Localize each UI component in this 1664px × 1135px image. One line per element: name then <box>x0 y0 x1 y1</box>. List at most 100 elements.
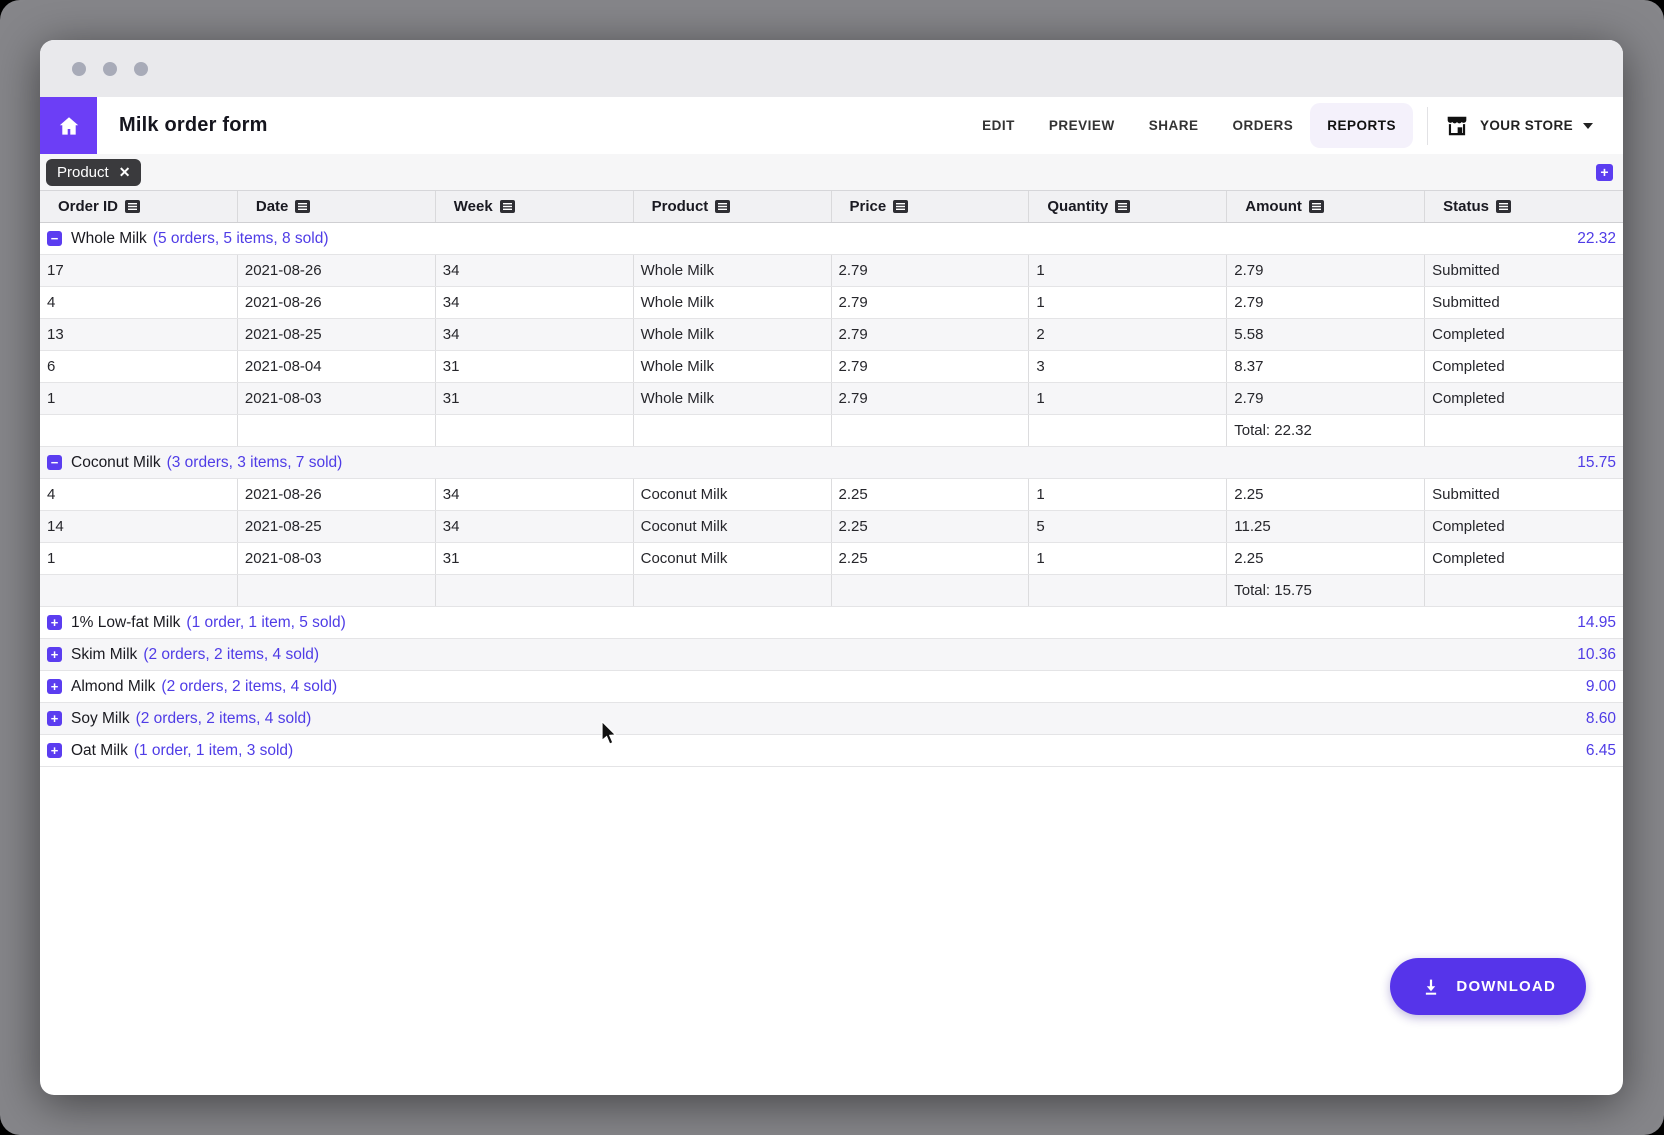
table-cell: Coconut Milk <box>634 511 832 542</box>
group-row-whole-milk[interactable]: −Whole Milk(5 orders, 5 items, 8 sold)22… <box>40 223 1623 255</box>
table-cell: Coconut Milk <box>634 543 832 574</box>
table-cell: Completed <box>1425 543 1623 574</box>
home-button[interactable] <box>40 97 97 154</box>
store-menu-button[interactable]: YOUR STORE <box>1442 107 1595 145</box>
collapse-icon[interactable]: − <box>47 231 62 246</box>
expand-icon[interactable]: + <box>47 679 62 694</box>
column-header-price[interactable]: Price <box>832 191 1030 222</box>
table-cell: 34 <box>436 319 634 350</box>
table-cell <box>1029 415 1227 446</box>
table-cell: 2 <box>1029 319 1227 350</box>
group-row-almond-milk[interactable]: +Almond Milk(2 orders, 2 items, 4 sold)9… <box>40 671 1623 703</box>
column-header-quantity[interactable]: Quantity <box>1029 191 1227 222</box>
add-group-icon[interactable]: + <box>1596 164 1613 181</box>
table-cell: 2.79 <box>832 287 1030 318</box>
table-cell <box>1425 575 1623 606</box>
group-row-1-low-fat-milk[interactable]: +1% Low-fat Milk(1 order, 1 item, 5 sold… <box>40 607 1623 639</box>
nav-share[interactable]: SHARE <box>1132 103 1216 148</box>
column-header-product[interactable]: Product <box>634 191 832 222</box>
group-summary: (2 orders, 2 items, 4 sold) <box>161 678 337 696</box>
table-cell <box>832 575 1030 606</box>
table-cell <box>40 575 238 606</box>
column-header-order-id[interactable]: Order ID <box>40 191 238 222</box>
download-label: DOWNLOAD <box>1456 978 1556 995</box>
close-icon[interactable]: ✕ <box>119 165 131 179</box>
window-control-dot[interactable] <box>103 62 117 76</box>
group-row-coconut-milk[interactable]: −Coconut Milk(3 orders, 3 items, 7 sold)… <box>40 447 1623 479</box>
table-cell: 2.79 <box>1227 287 1425 318</box>
window-control-dot[interactable] <box>72 62 86 76</box>
table-cell: 13 <box>40 319 238 350</box>
table-cell: 5.58 <box>1227 319 1425 350</box>
expand-icon[interactable]: + <box>47 647 62 662</box>
column-menu-icon <box>295 200 310 213</box>
group-row-oat-milk[interactable]: +Oat Milk(1 order, 1 item, 3 sold)6.45 <box>40 735 1623 767</box>
column-header-status[interactable]: Status <box>1425 191 1623 222</box>
column-header-week[interactable]: Week <box>436 191 634 222</box>
group-amount: 14.95 <box>1577 614 1616 632</box>
column-header-amount[interactable]: Amount <box>1227 191 1425 222</box>
table-cell: 2021-08-03 <box>238 383 436 414</box>
table-cell: Coconut Milk <box>634 479 832 510</box>
nav-preview[interactable]: PREVIEW <box>1032 103 1132 148</box>
group-row-soy-milk[interactable]: +Soy Milk(2 orders, 2 items, 4 sold)8.60 <box>40 703 1623 735</box>
nav-orders[interactable]: ORDERS <box>1215 103 1310 148</box>
product-filter-chip[interactable]: Product ✕ <box>46 159 141 186</box>
expand-icon[interactable]: + <box>47 615 62 630</box>
table-cell: Completed <box>1425 383 1623 414</box>
table-cell: Completed <box>1425 511 1623 542</box>
table-cell: 2021-08-26 <box>238 479 436 510</box>
table-cell: 2.25 <box>1227 543 1425 574</box>
table-cell: Whole Milk <box>634 319 832 350</box>
table-cell: 8.37 <box>1227 351 1425 382</box>
table-cell: 4 <box>40 287 238 318</box>
collapse-icon[interactable]: − <box>47 455 62 470</box>
group-row-skim-milk[interactable]: +Skim Milk(2 orders, 2 items, 4 sold)10.… <box>40 639 1623 671</box>
table-header-row: Order ID Date Week Product Price Quantit… <box>40 191 1623 223</box>
group-total-label: Total: 22.32 <box>1227 415 1425 446</box>
nav-divider <box>1427 107 1428 145</box>
table-body: −Whole Milk(5 orders, 5 items, 8 sold)22… <box>40 223 1623 767</box>
group-summary: (1 order, 1 item, 3 sold) <box>134 742 293 760</box>
app-header: Milk order form EDIT PREVIEW SHARE ORDER… <box>40 97 1623 154</box>
nav-reports[interactable]: REPORTS <box>1310 103 1413 148</box>
group-summary: (2 orders, 2 items, 4 sold) <box>136 710 312 728</box>
group-name: Coconut Milk <box>71 454 161 472</box>
table-cell: 2021-08-25 <box>238 319 436 350</box>
table-cell: 14 <box>40 511 238 542</box>
table-cell: 34 <box>436 479 634 510</box>
table-row: 172021-08-2634Whole Milk2.7912.79Submitt… <box>40 255 1623 287</box>
table-cell: Completed <box>1425 351 1623 382</box>
table-row: 42021-08-2634Coconut Milk2.2512.25Submit… <box>40 479 1623 511</box>
table-cell: Whole Milk <box>634 383 832 414</box>
table-cell <box>238 575 436 606</box>
column-header-date[interactable]: Date <box>238 191 436 222</box>
group-name: Whole Milk <box>71 230 147 248</box>
column-menu-icon <box>125 200 140 213</box>
column-menu-icon <box>1115 200 1130 213</box>
table-cell: 2.25 <box>832 479 1030 510</box>
table-cell: 1 <box>1029 543 1227 574</box>
table-cell <box>634 575 832 606</box>
download-button[interactable]: DOWNLOAD <box>1390 958 1586 1015</box>
table-cell: 31 <box>436 351 634 382</box>
chip-label: Product <box>57 164 109 181</box>
table-cell <box>832 415 1030 446</box>
table-cell: 2021-08-26 <box>238 287 436 318</box>
store-label: YOUR STORE <box>1480 118 1573 133</box>
table-cell: 1 <box>40 543 238 574</box>
table-cell: 2021-08-03 <box>238 543 436 574</box>
column-menu-icon <box>1496 200 1511 213</box>
column-menu-icon <box>1309 200 1324 213</box>
group-name: Soy Milk <box>71 710 130 728</box>
expand-icon[interactable]: + <box>47 711 62 726</box>
table-cell <box>1029 575 1227 606</box>
nav-edit[interactable]: EDIT <box>965 103 1032 148</box>
table-cell: 2.79 <box>832 383 1030 414</box>
table-cell: 2.79 <box>1227 255 1425 286</box>
table-cell <box>436 575 634 606</box>
table-cell: 17 <box>40 255 238 286</box>
group-name: 1% Low-fat Milk <box>71 614 180 632</box>
expand-icon[interactable]: + <box>47 743 62 758</box>
window-control-dot[interactable] <box>134 62 148 76</box>
